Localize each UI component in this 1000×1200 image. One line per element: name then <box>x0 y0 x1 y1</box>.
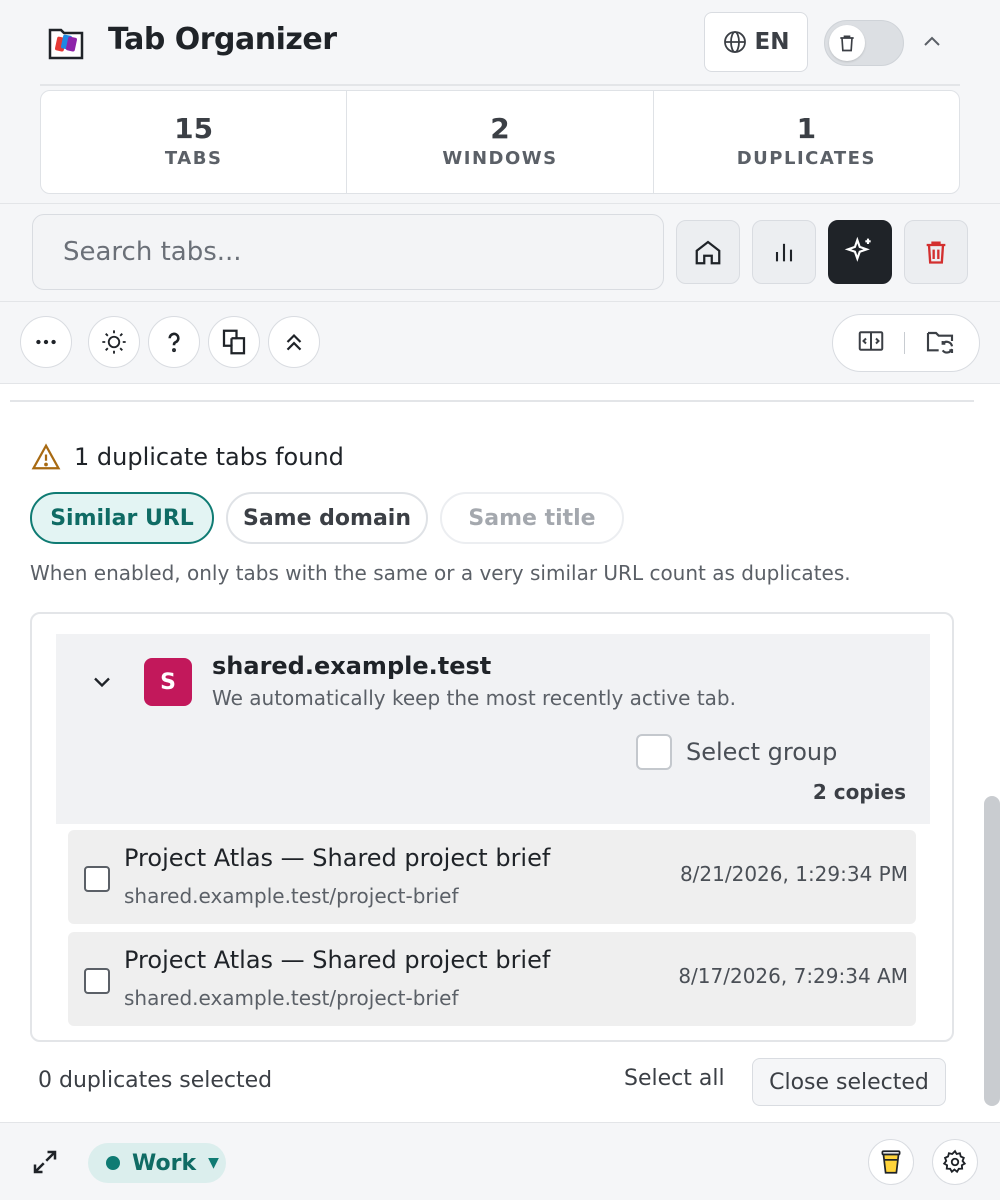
sun-icon <box>102 330 126 354</box>
filter-similar-url[interactable]: Similar URL <box>30 492 214 544</box>
stats-panel: 15 TABS 2 WINDOWS 1 DUPLICATES <box>40 90 960 194</box>
tab-timestamp: 8/21/2026, 1:29:34 PM <box>679 862 908 886</box>
select-all-button[interactable]: Select all <box>624 1066 725 1091</box>
settings-button[interactable] <box>932 1139 978 1185</box>
tab-checkbox[interactable] <box>84 866 110 892</box>
close-selected-button[interactable]: Close selected <box>752 1058 946 1106</box>
split-view-button[interactable] <box>856 326 886 360</box>
language-button[interactable]: EN <box>704 12 808 72</box>
expand-button[interactable] <box>30 1147 62 1179</box>
group-domain: shared.example.test <box>212 652 492 680</box>
expand-icon <box>33 1150 57 1174</box>
language-label: EN <box>754 29 790 55</box>
tab-checkbox[interactable] <box>84 968 110 994</box>
toggle-knob <box>829 25 865 61</box>
ai-organize-button[interactable] <box>828 220 892 284</box>
collapse-header-button[interactable] <box>914 24 950 60</box>
copies-count: 2 copies <box>812 780 906 804</box>
stat-value: 1 <box>796 112 817 145</box>
stat-duplicates[interactable]: 1 DUPLICATES <box>654 91 959 193</box>
copy-button[interactable] <box>208 316 260 368</box>
group-keep-note: We automatically keep the most recently … <box>212 686 736 710</box>
donate-button[interactable] <box>868 1139 914 1185</box>
delete-button[interactable] <box>904 220 968 284</box>
group-toggle[interactable] <box>88 668 116 696</box>
stat-windows[interactable]: 2 WINDOWS <box>347 91 654 193</box>
duplicate-tab-row[interactable]: Project Atlas — Shared project brief sha… <box>68 932 916 1026</box>
filter-same-domain[interactable]: Same domain <box>226 492 428 544</box>
search-input[interactable] <box>32 214 664 290</box>
tab-title: Project Atlas — Shared project brief <box>124 946 551 974</box>
stats-button[interactable] <box>752 220 816 284</box>
copy-icon <box>222 329 246 355</box>
app-logo-icon <box>48 24 84 60</box>
tab-title: Project Atlas — Shared project brief <box>124 844 551 872</box>
stat-label: WINDOWS <box>442 148 558 169</box>
view-toggle-group <box>832 314 980 372</box>
workspace-selector[interactable]: Work ▼ <box>88 1143 226 1183</box>
duplicates-found-text: 1 duplicate tabs found <box>74 443 344 471</box>
trash-icon <box>926 241 946 264</box>
home-icon <box>695 240 721 265</box>
stat-value: 15 <box>174 112 214 145</box>
help-button[interactable] <box>148 316 200 368</box>
auto-close-toggle[interactable] <box>824 20 904 66</box>
scrollbar[interactable] <box>984 796 1000 1106</box>
filter-hint: When enabled, only tabs with the same or… <box>30 561 851 585</box>
more-button[interactable] <box>20 316 72 368</box>
select-group-checkbox[interactable] <box>636 734 672 770</box>
warning-icon <box>31 443 61 470</box>
stat-value: 2 <box>490 112 510 145</box>
separator <box>904 332 906 354</box>
group-header: S shared.example.test We automatically k… <box>56 634 930 824</box>
theme-button[interactable] <box>88 316 140 368</box>
home-button[interactable] <box>676 220 740 284</box>
select-group-label: Select group <box>686 738 838 766</box>
footer: Work ▼ <box>0 1122 1000 1200</box>
stat-label: DUPLICATES <box>736 148 876 169</box>
folder-sync-icon <box>926 331 953 354</box>
app-title: Tab Organizer <box>108 22 337 57</box>
tab-url: shared.example.test/project-brief <box>124 986 459 1010</box>
chevron-up-icon <box>924 36 940 46</box>
header-divider <box>40 84 960 86</box>
domain-avatar: S <box>144 658 192 706</box>
select-group[interactable]: Select group <box>636 734 837 770</box>
header: Tab Organizer EN 15 TABS 2 WINDOWS 1 DUP… <box>0 0 1000 204</box>
chevrons-up-icon <box>286 333 302 351</box>
chevron-down-icon <box>94 677 110 688</box>
tab-timestamp: 8/17/2026, 7:29:34 AM <box>678 964 908 988</box>
tab-url: shared.example.test/project-brief <box>124 884 459 908</box>
section-divider <box>10 400 974 402</box>
filter-same-title[interactable]: Same title <box>440 492 624 544</box>
gear-icon <box>942 1149 967 1174</box>
coffee-cup-icon <box>881 1150 901 1174</box>
workspace-dot <box>106 1156 120 1170</box>
collapse-all-button[interactable] <box>268 316 320 368</box>
duplicate-group-card: S shared.example.test We automatically k… <box>30 612 954 1042</box>
split-view-icon <box>858 331 884 351</box>
bar-chart-icon <box>775 243 793 262</box>
globe-icon <box>723 31 746 53</box>
duplicate-tab-row[interactable]: Project Atlas — Shared project brief sha… <box>68 830 916 924</box>
duplicates-summary: 1 duplicate tabs found <box>30 442 344 472</box>
selected-count: 0 duplicates selected <box>38 1068 273 1093</box>
question-icon <box>168 332 180 353</box>
folder-sync-button[interactable] <box>924 325 956 361</box>
stat-tabs[interactable]: 15 TABS <box>41 91 348 193</box>
more-horizontal-icon <box>36 339 56 345</box>
trash-icon <box>840 35 854 52</box>
workspace-label: Work <box>132 1150 197 1176</box>
tool-row <box>0 302 1000 384</box>
sparkles-icon <box>844 236 871 262</box>
stat-label: TABS <box>164 148 223 169</box>
search-toolbar <box>0 204 1000 302</box>
caret-down-icon: ▼ <box>208 1155 219 1171</box>
